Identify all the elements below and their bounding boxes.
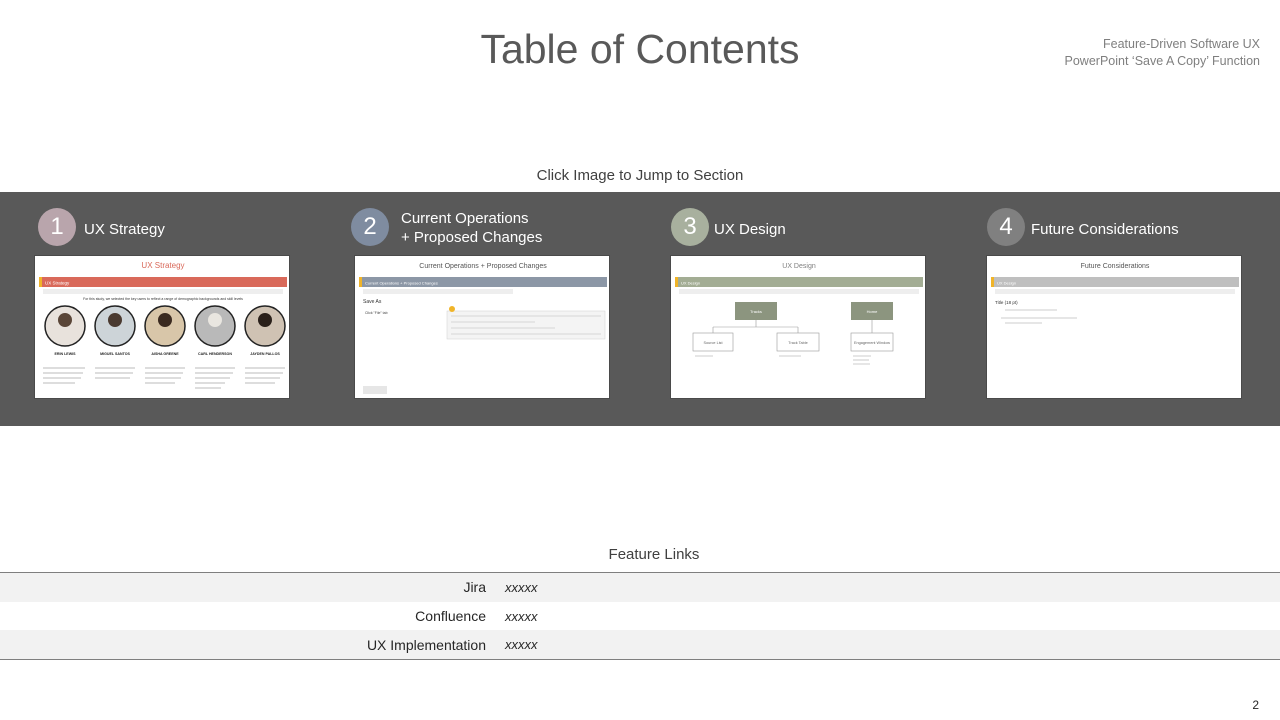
- thumb-ribbon-screenshot: [446, 310, 606, 340]
- deck-meta-line-2: PowerPoint ‘Save A Copy’ Function: [1064, 54, 1260, 68]
- thumb-title: UX Strategy: [141, 261, 184, 270]
- link-label: UX Implementation: [366, 636, 486, 653]
- thumb-nav-arrow: [363, 386, 387, 394]
- diagram-node-label: Home: [867, 309, 878, 314]
- diagram-node-label: Engagement Window: [854, 341, 890, 345]
- section-label: UX Design: [714, 221, 786, 238]
- link-value[interactable]: xxxxx: [505, 637, 538, 652]
- section-thumbnail-future-considerations[interactable]: Future Considerations UX Design Title (1…: [986, 255, 1242, 399]
- thumb-tab-bar: [39, 277, 287, 287]
- deck-meta: Feature-Driven Software UX PowerPoint ‘S…: [1065, 36, 1260, 70]
- sections-band: 1 UX Strategy UX Strategy UX Strategy Fo…: [0, 192, 1280, 426]
- thumb-tab-label: UX Design: [997, 281, 1016, 286]
- thumb-title: UX Design: [782, 263, 816, 270]
- diagram-node-label: Tracks: [750, 309, 762, 314]
- diagram-node-label: Track Table: [788, 341, 807, 345]
- thumbnail-slide: Future Considerations UX Design Title (1…: [991, 263, 1239, 324]
- instruction-text: Click Image to Jump to Section: [536, 167, 744, 184]
- person-name: ERIN LEWIS: [55, 352, 77, 356]
- thumb-heading: Title (18 pt): [995, 300, 1018, 305]
- page-number: 2: [1252, 698, 1259, 712]
- thumbnail-slide: UX Design UX Design Tracks Home Source L…: [675, 263, 923, 365]
- thumb-tab-label: UX Strategy: [45, 281, 70, 286]
- section-label: Current Operations + Proposed Changes: [401, 210, 543, 246]
- section-thumbnail-current-operations[interactable]: Current Operations + Proposed Changes Cu…: [354, 255, 610, 399]
- table-row: Confluence xxxxx: [0, 602, 1280, 631]
- person-name: AISHA GREENE: [151, 352, 179, 356]
- thumb-people: ERIN LEWIS MIGUEL SANTOS AISHA GREENE CA…: [44, 305, 286, 356]
- person-name: JAYDEN PALLOS: [250, 352, 280, 356]
- thumb-heading: Save As: [363, 299, 382, 305]
- thumbnail-slide: Current Operations + Proposed Changes Cu…: [359, 263, 607, 394]
- section-number-badge: 1: [38, 208, 76, 246]
- thumb-tab-bar: [991, 277, 1239, 287]
- thumb-bullet: Click "File" tab: [365, 311, 388, 315]
- thumbnail-slide: UX Strategy UX Strategy For this study, …: [39, 261, 287, 389]
- thumb-title: Future Considerations: [1081, 263, 1150, 270]
- thumb-tab-bar: [675, 277, 923, 287]
- section-label: UX Strategy: [84, 221, 165, 238]
- section-number-badge: 2: [351, 208, 389, 246]
- thumb-body-text-lines: [43, 367, 285, 389]
- section-number-badge: 4: [987, 208, 1025, 246]
- link-label: Jira: [463, 579, 486, 596]
- table-row: UX Implementation xxxxx: [0, 630, 1280, 660]
- person-name: CARL HENDERSON: [198, 352, 232, 356]
- deck-meta-line-1: Feature-Driven Software UX: [1102, 37, 1260, 51]
- section-thumbnail-ux-design[interactable]: UX Design UX Design Tracks Home Source L…: [670, 255, 926, 399]
- link-value[interactable]: xxxxx: [505, 580, 538, 595]
- feature-links-table: Jira xxxxx Confluence xxxxx UX Implement…: [0, 572, 1280, 661]
- thumb-title: Current Operations + Proposed Changes: [419, 263, 547, 270]
- person-name: MIGUEL SANTOS: [100, 352, 130, 356]
- section-label: Future Considerations: [1031, 221, 1179, 238]
- section-thumbnail-ux-strategy[interactable]: UX Strategy UX Strategy For this study, …: [34, 255, 290, 399]
- feature-links-title: Feature Links: [608, 546, 700, 563]
- section-number-badge: 3: [671, 208, 709, 246]
- thumb-tab-label: Current Operations + Proposed Changes: [365, 281, 438, 286]
- thumb-tab-label: UX Design: [681, 281, 700, 286]
- thumb-intro: For this study, we selected the key user…: [83, 297, 243, 301]
- diagram-node-label: Source List: [704, 341, 724, 345]
- table-row: Jira xxxxx: [0, 573, 1280, 602]
- link-value[interactable]: xxxxx: [505, 609, 538, 624]
- link-label: Confluence: [415, 608, 486, 625]
